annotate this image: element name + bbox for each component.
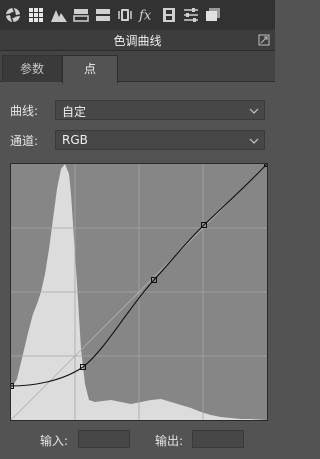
panel-title: 色调曲线 bbox=[113, 34, 162, 48]
output-label: 输出: bbox=[155, 434, 184, 448]
mountains-icon[interactable] bbox=[50, 6, 67, 23]
channel-select[interactable]: RGB bbox=[55, 130, 265, 150]
curve-label: 曲线: bbox=[10, 104, 39, 118]
curve-preset-value: 自定 bbox=[62, 105, 87, 119]
presets-icon[interactable] bbox=[204, 6, 221, 23]
fx-icon[interactable]: fx bbox=[138, 6, 155, 23]
tab-point[interactable]: 点 bbox=[62, 55, 118, 84]
svg-text:fx: fx bbox=[138, 8, 152, 22]
input-label: 输入: bbox=[40, 434, 69, 448]
chevron-down-icon bbox=[249, 138, 259, 144]
chevron-down-icon bbox=[249, 108, 259, 114]
tab-parametric[interactable]: 参数 bbox=[2, 55, 62, 82]
lens-icon[interactable] bbox=[116, 6, 133, 23]
expand-panel-icon[interactable] bbox=[257, 33, 271, 47]
grid-icon[interactable] bbox=[27, 6, 44, 23]
sliders-icon[interactable] bbox=[182, 6, 199, 23]
curve-preset-select[interactable]: 自定 bbox=[55, 100, 265, 120]
input-field[interactable] bbox=[78, 430, 130, 448]
panel-header[interactable]: 色调曲线 bbox=[0, 30, 275, 51]
split-toning-icon[interactable] bbox=[72, 6, 89, 23]
filmstrip-icon[interactable] bbox=[160, 6, 177, 23]
channel-value: RGB bbox=[62, 133, 88, 147]
detail-bars-icon[interactable] bbox=[94, 6, 111, 23]
curve-mode-tabs: 参数 点 bbox=[0, 51, 275, 84]
aperture-icon[interactable] bbox=[4, 6, 21, 23]
channel-label: 通道: bbox=[10, 134, 39, 148]
output-field[interactable] bbox=[192, 430, 244, 448]
tone-curve-graph[interactable] bbox=[10, 163, 268, 421]
panel-toolbar: fx bbox=[0, 0, 275, 30]
